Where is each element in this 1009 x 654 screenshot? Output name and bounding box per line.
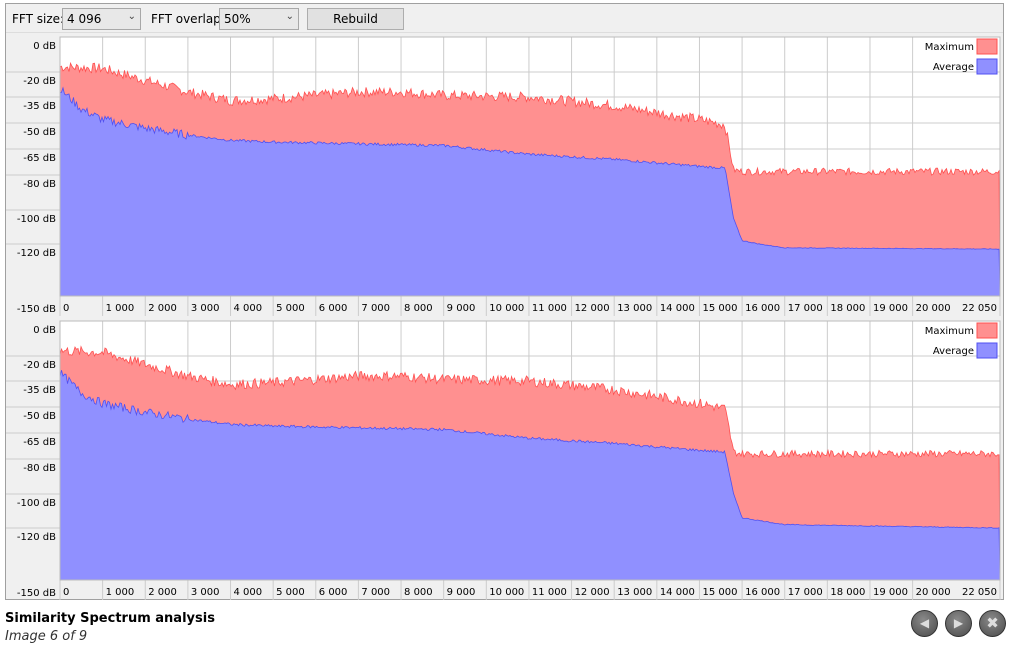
fft-size-label: FFT size:: [12, 12, 65, 26]
x-tick-label: 14 000: [660, 587, 695, 598]
y-tick-label: -120 dB: [17, 248, 56, 259]
x-tick-label: 17 000: [788, 303, 823, 314]
x-tick-label: 9 000: [447, 303, 476, 314]
x-tick-label: 1 000: [106, 587, 135, 598]
x-tick-label: 16 000: [745, 587, 780, 598]
x-tick-label: 11 000: [532, 303, 567, 314]
y-tick-label: -120 dB: [17, 532, 56, 543]
skip-previous-icon: ◀: [919, 616, 930, 630]
x-tick-label: 22 050: [962, 303, 997, 314]
spectrum-chart-1: 0 1 000 2 000 3 000 4 000 5 000 6 000 7 000 8 00…: [6, 36, 1001, 316]
y-tick-label: -20 dB: [23, 76, 56, 87]
legend-swatch-maximum: [976, 322, 998, 339]
spectrum-chart-2: 0 1 000 2 000 3 000 4 000 5 000 6 000 7 000 8 00…: [6, 320, 1001, 600]
x-tick-label: 4 000: [234, 303, 263, 314]
legend-label-average: Average: [933, 346, 974, 357]
fft-overlap-label: FFT overlap:: [151, 12, 225, 26]
close-button[interactable]: ✖: [979, 610, 1006, 637]
x-tick-label: 15 000: [702, 587, 737, 598]
x-tick-label: 5 000: [276, 303, 305, 314]
x-tick-label: 15 000: [702, 303, 737, 314]
x-tick-label: 0: [63, 303, 69, 314]
x-tick-label: 7 000: [361, 587, 390, 598]
x-tick-label: 3 000: [191, 587, 220, 598]
toolbar: FFT size: 4 096 ⌄ FFT overlap: 50% ⌄ Rebui…: [6, 4, 1003, 33]
y-tick-label: -150 dB: [17, 304, 56, 315]
x-tick-label: 8 000: [404, 303, 433, 314]
x-tick-label: 18 000: [830, 303, 865, 314]
y-tick-label: -65 dB: [23, 437, 56, 448]
x-tick-label: 1 000: [106, 303, 135, 314]
spectrum-window: FFT size: 4 096 ⌄ FFT overlap: 50% ⌄ Rebui…: [5, 3, 1004, 600]
chevron-down-icon: ⌄: [127, 11, 136, 22]
y-tick-label: -100 dB: [17, 214, 56, 225]
close-icon: ✖: [986, 614, 999, 632]
x-tick-label: 8 000: [404, 587, 433, 598]
x-tick-label: 10 000: [489, 587, 524, 598]
x-tick-label: 20 000: [916, 303, 951, 314]
y-tick-label: 0 dB: [33, 325, 56, 336]
x-tick-label: 10 000: [489, 303, 524, 314]
x-tick-label: 9 000: [447, 587, 476, 598]
y-tick-label: -65 dB: [23, 153, 56, 164]
fft-overlap-value: 50%: [224, 12, 251, 26]
x-tick-label: 3 000: [191, 303, 220, 314]
x-tick-label: 11 000: [532, 587, 567, 598]
legend-swatch-maximum: [976, 38, 998, 55]
footer-title: Similarity Spectrum analysis: [5, 611, 215, 626]
next-button[interactable]: ▶: [945, 610, 972, 637]
rebuild-button[interactable]: Rebuild: [307, 8, 404, 30]
y-tick-label: -50 dB: [23, 127, 56, 138]
x-tick-label: 4 000: [234, 587, 263, 598]
x-tick-label: 13 000: [617, 303, 652, 314]
x-tick-label: 2 000: [148, 303, 177, 314]
legend-swatch-average: [976, 342, 998, 359]
y-tick-label: 0 dB: [33, 41, 56, 52]
x-tick-label: 12 000: [575, 303, 610, 314]
x-tick-label: 7 000: [361, 303, 390, 314]
y-tick-label: -80 dB: [23, 463, 56, 474]
legend-label-average: Average: [933, 62, 974, 73]
previous-button[interactable]: ◀: [911, 610, 938, 637]
x-tick-label: 14 000: [660, 303, 695, 314]
x-tick-label: 22 050: [962, 587, 997, 598]
legend-label-maximum: Maximum: [925, 42, 974, 53]
y-tick-label: -35 dB: [23, 385, 56, 396]
y-tick-label: -35 dB: [23, 101, 56, 112]
x-tick-label: 19 000: [873, 303, 908, 314]
y-tick-label: -150 dB: [17, 588, 56, 599]
y-tick-label: -100 dB: [17, 498, 56, 509]
x-tick-label: 13 000: [617, 587, 652, 598]
x-tick-label: 17 000: [788, 587, 823, 598]
fft-overlap-select[interactable]: 50% ⌄: [219, 8, 299, 30]
fft-size-select[interactable]: 4 096 ⌄: [62, 8, 141, 30]
x-tick-label: 12 000: [575, 587, 610, 598]
y-tick-label: -50 dB: [23, 411, 56, 422]
x-tick-label: 2 000: [148, 587, 177, 598]
y-tick-label: -80 dB: [23, 179, 56, 190]
legend-label-maximum: Maximum: [925, 326, 974, 337]
x-tick-label: 6 000: [319, 303, 348, 314]
chevron-down-icon: ⌄: [285, 11, 294, 22]
x-tick-label: 6 000: [319, 587, 348, 598]
x-tick-label: 19 000: [873, 587, 908, 598]
fft-size-value: 4 096: [67, 12, 102, 26]
x-tick-label: 20 000: [916, 587, 951, 598]
y-tick-label: -20 dB: [23, 360, 56, 371]
footer-subtitle: Image 6 of 9: [5, 629, 88, 644]
skip-next-icon: ▶: [953, 616, 964, 630]
x-tick-label: 16 000: [745, 303, 780, 314]
x-tick-label: 5 000: [276, 587, 305, 598]
x-tick-label: 0: [63, 587, 69, 598]
x-tick-label: 18 000: [830, 587, 865, 598]
legend-swatch-average: [976, 58, 998, 75]
